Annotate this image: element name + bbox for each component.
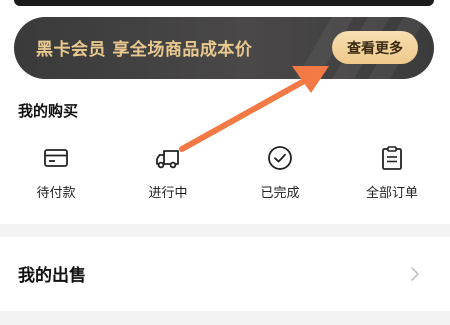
my-sales-row[interactable]: 我的出售 <box>0 237 450 311</box>
order-item-label: 待付款 <box>36 186 76 201</box>
chevron-right-icon <box>411 267 419 281</box>
my-purchases-title: 我的购买 <box>18 102 79 120</box>
order-in-progress[interactable]: 进行中 <box>123 144 213 204</box>
vip-banner-text: 黑卡会员 享全场商品成本价 <box>36 40 253 60</box>
order-completed[interactable]: 已完成 <box>235 144 325 204</box>
order-all[interactable]: 全部订单 <box>347 144 437 204</box>
order-item-label: 已完成 <box>260 186 300 201</box>
order-item-label: 全部订单 <box>365 186 418 201</box>
clipboard-icon <box>382 146 402 170</box>
view-more-button[interactable]: 查看更多 <box>332 31 418 64</box>
top-strip <box>0 0 450 8</box>
top-card-edge <box>14 0 434 6</box>
my-sales-title: 我的出售 <box>18 266 86 286</box>
truck-icon <box>156 150 179 169</box>
card-icon <box>44 149 68 167</box>
check-circle-icon <box>268 146 292 170</box>
order-item-label: 进行中 <box>148 186 188 201</box>
vip-banner[interactable]: 黑卡会员 享全场商品成本价 查看更多 <box>14 17 434 79</box>
order-pending-payment[interactable]: 待付款 <box>11 144 101 204</box>
